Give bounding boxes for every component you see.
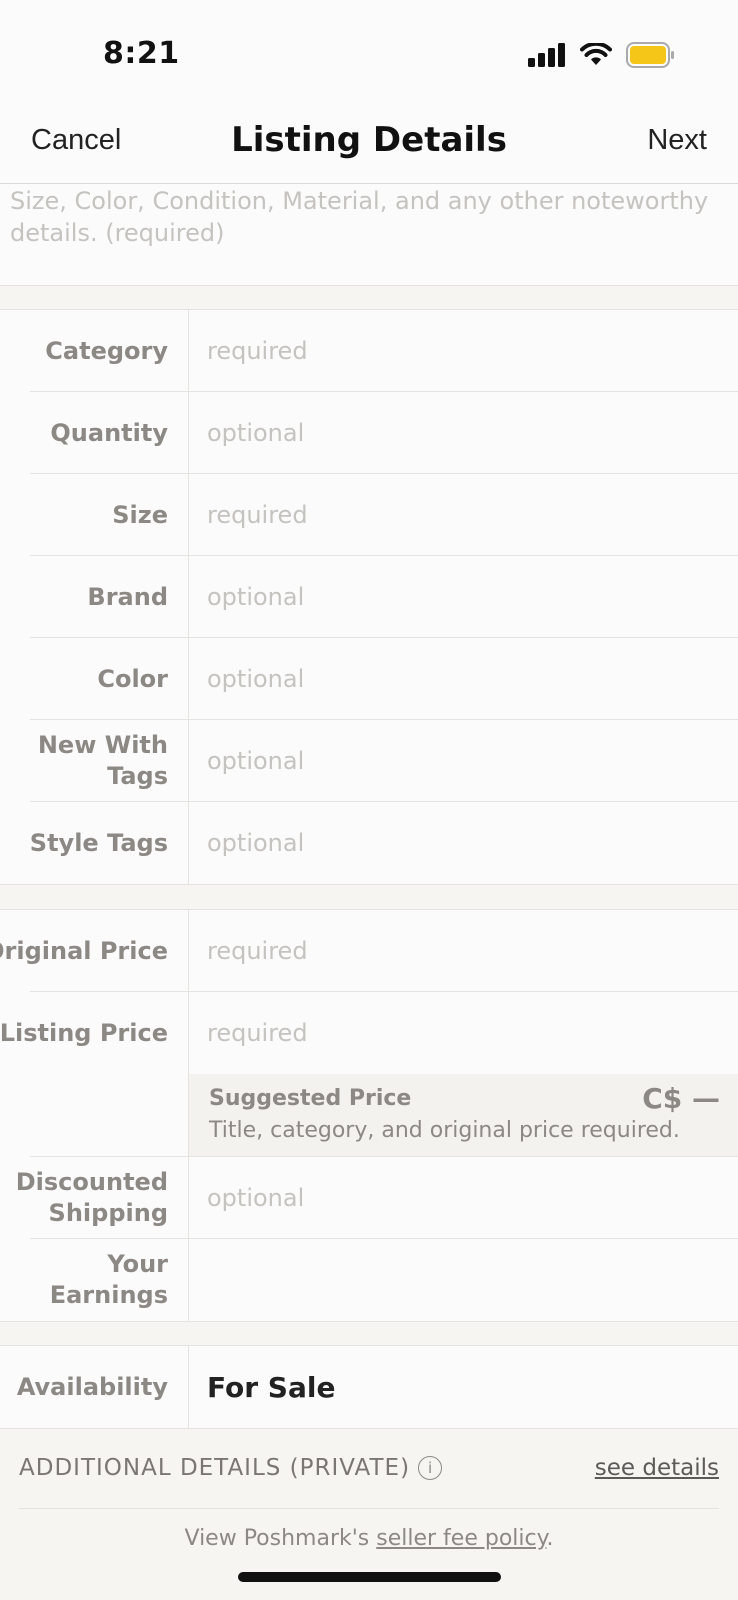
description-field[interactable]: Size, Color, Condition, Material, and an… xyxy=(0,184,738,286)
discounted-shipping-row[interactable]: Discounted Shipping optional xyxy=(0,1157,738,1239)
earnings-label: Your Earnings xyxy=(49,1250,168,1309)
signal-icon xyxy=(528,43,565,67)
policy-prefix: View Poshmark's xyxy=(184,1526,377,1551)
category-label: Category xyxy=(45,336,168,365)
see-details-link[interactable]: see details xyxy=(595,1455,719,1481)
additional-details-row: ADDITIONAL DETAILS (PRIVATE) i see detai… xyxy=(19,1429,719,1509)
info-icon[interactable]: i xyxy=(418,1456,443,1480)
suggested-price-box: Suggested Price C$ — Title, category, an… xyxy=(189,1074,738,1156)
color-field[interactable]: optional xyxy=(207,638,738,720)
battery-icon xyxy=(626,42,674,68)
earnings-row: Your Earnings xyxy=(0,1239,738,1321)
brand-field[interactable]: optional xyxy=(207,556,738,638)
status-time: 8:21 xyxy=(103,36,180,71)
category-field[interactable]: required xyxy=(207,310,738,392)
original-price-row[interactable]: Original Price required xyxy=(0,910,738,992)
policy-suffix: . xyxy=(546,1526,554,1551)
home-indicator[interactable] xyxy=(238,1572,501,1582)
original-price-label: Original Price xyxy=(0,936,168,965)
status-bar: 8:21 xyxy=(0,0,738,102)
page-title: Listing Details xyxy=(231,120,507,160)
original-price-field[interactable]: required xyxy=(207,910,738,992)
size-field[interactable]: required xyxy=(207,474,738,556)
listing-price-label: Listing Price xyxy=(0,1018,168,1047)
suggested-price-value: C$ — xyxy=(642,1082,720,1115)
availability-section: Availability For Sale xyxy=(0,1345,738,1429)
suggested-price-title: Suggested Price xyxy=(209,1086,412,1111)
earnings-value xyxy=(207,1239,738,1321)
availability-label: Availability xyxy=(16,1372,168,1401)
brand-label: Brand xyxy=(87,582,168,611)
suggested-price-note: Title, category, and original price requ… xyxy=(209,1118,680,1143)
discounted-shipping-label: Discounted Shipping xyxy=(15,1168,168,1227)
details-section: Category required Quantity optional Size… xyxy=(0,309,738,885)
color-row[interactable]: Color optional xyxy=(0,638,738,720)
additional-details-label: ADDITIONAL DETAILS (PRIVATE) xyxy=(19,1455,411,1481)
color-label: Color xyxy=(97,664,168,693)
listing-price-row[interactable]: Listing Price required Suggested Price C… xyxy=(0,992,738,1157)
seller-fee-policy-link[interactable]: seller fee policy xyxy=(376,1526,546,1551)
style-tags-field[interactable]: optional xyxy=(207,802,738,884)
additional-details-title: ADDITIONAL DETAILS (PRIVATE) i xyxy=(19,1455,443,1481)
price-section: Original Price required Listing Price re… xyxy=(0,909,738,1322)
status-icons xyxy=(528,40,676,70)
size-label: Size xyxy=(112,500,168,529)
wifi-icon xyxy=(580,43,612,65)
listing-price-field[interactable]: required xyxy=(207,992,738,1074)
new-with-tags-row[interactable]: New With Tags optional xyxy=(0,720,738,802)
next-button[interactable]: Next xyxy=(647,124,707,157)
discounted-shipping-field[interactable]: optional xyxy=(207,1157,738,1239)
quantity-row[interactable]: Quantity optional xyxy=(0,392,738,474)
availability-value[interactable]: For Sale xyxy=(207,1346,738,1428)
description-placeholder: Size, Color, Condition, Material, and an… xyxy=(10,187,709,247)
category-row[interactable]: Category required xyxy=(0,310,738,392)
quantity-label: Quantity xyxy=(50,418,168,447)
availability-row[interactable]: Availability For Sale xyxy=(0,1346,738,1428)
nav-bar: Cancel Listing Details Next xyxy=(0,102,738,184)
seller-fee-policy-text: View Poshmark's seller fee policy. xyxy=(0,1526,738,1551)
brand-row[interactable]: Brand optional xyxy=(0,556,738,638)
new-with-tags-field[interactable]: optional xyxy=(207,720,738,802)
size-row[interactable]: Size required xyxy=(0,474,738,556)
style-tags-row[interactable]: Style Tags optional xyxy=(0,802,738,884)
style-tags-label: Style Tags xyxy=(29,828,168,857)
new-with-tags-label: New With Tags xyxy=(37,731,168,790)
quantity-field[interactable]: optional xyxy=(207,392,738,474)
